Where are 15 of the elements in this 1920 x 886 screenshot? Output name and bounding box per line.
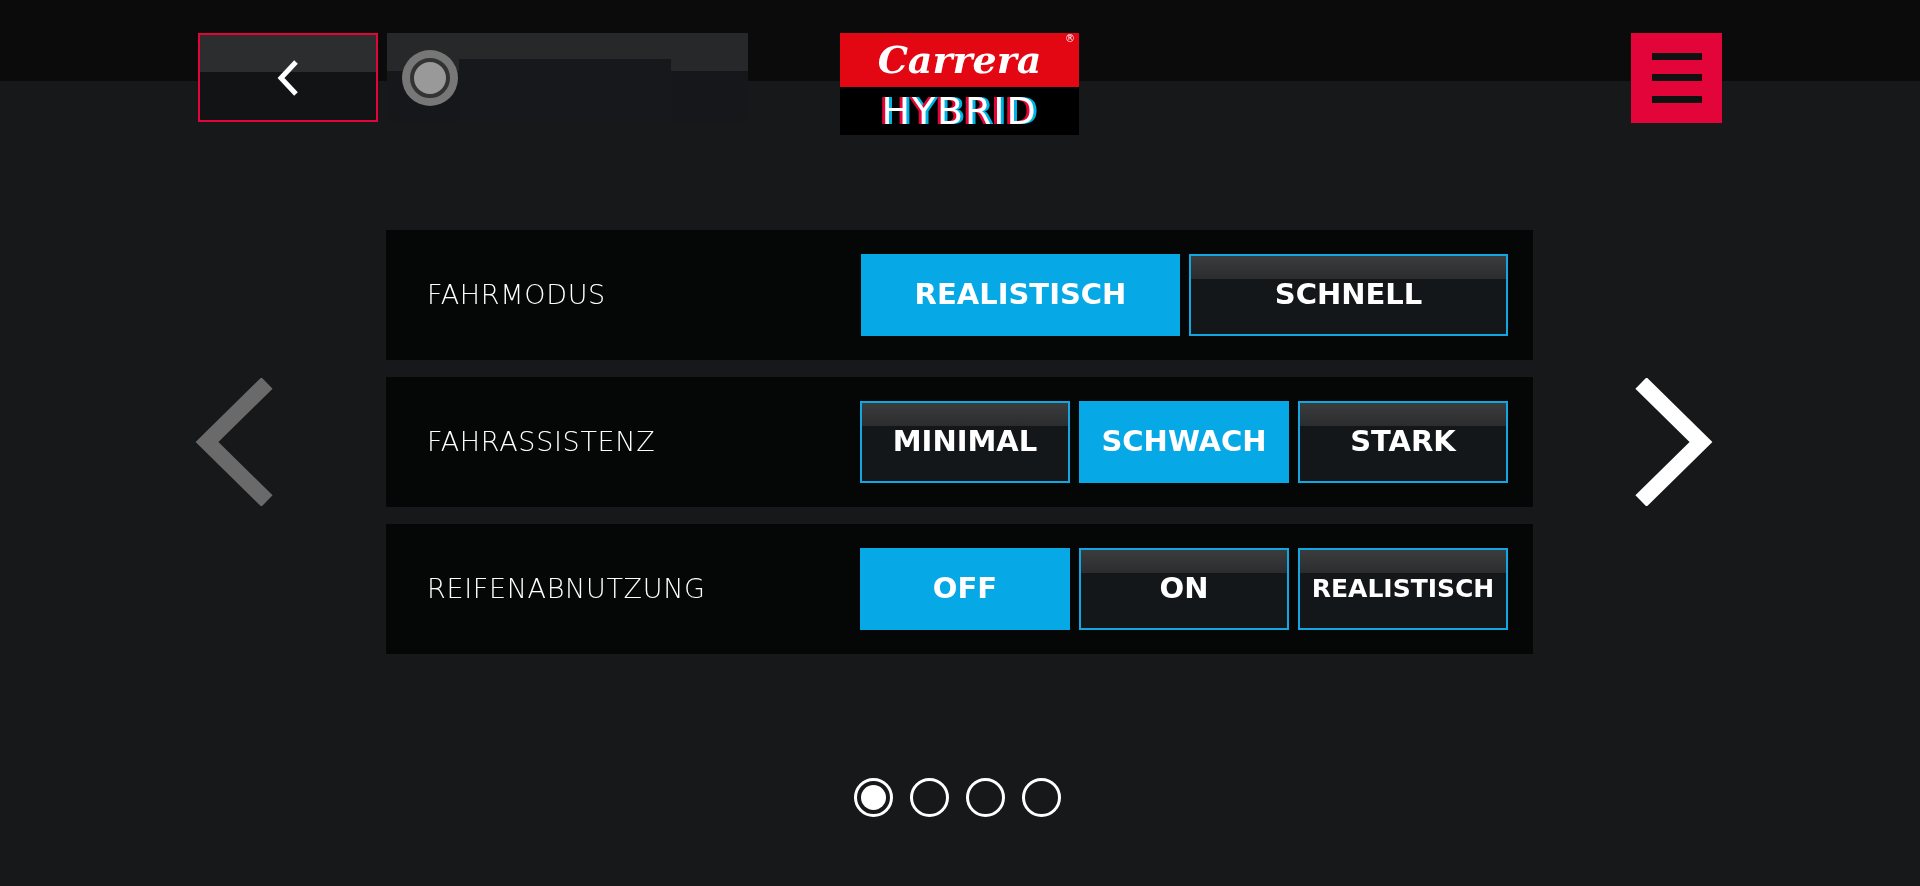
setting-label: FAHRMODUS — [427, 277, 606, 312]
setting-label: FAHRASSISTENZ — [427, 424, 656, 459]
menu-icon — [1651, 53, 1702, 103]
option-button[interactable]: SCHNELL — [1189, 254, 1508, 336]
option-button[interactable]: STARK — [1298, 401, 1508, 483]
option-button[interactable]: MINIMAL — [860, 401, 1070, 483]
menu-button[interactable] — [1631, 33, 1722, 123]
setting-label: REIFENABNUTZUNG — [427, 571, 706, 606]
logo-product: HYBRID — [881, 92, 1038, 130]
registered-mark: ® — [1065, 34, 1075, 44]
back-button[interactable] — [198, 33, 378, 122]
option-button[interactable]: REALISTISCH — [1298, 548, 1508, 630]
logo-brand: Carrera — [877, 41, 1042, 79]
option-button[interactable]: ON — [1079, 548, 1289, 630]
car-icon — [401, 49, 459, 107]
